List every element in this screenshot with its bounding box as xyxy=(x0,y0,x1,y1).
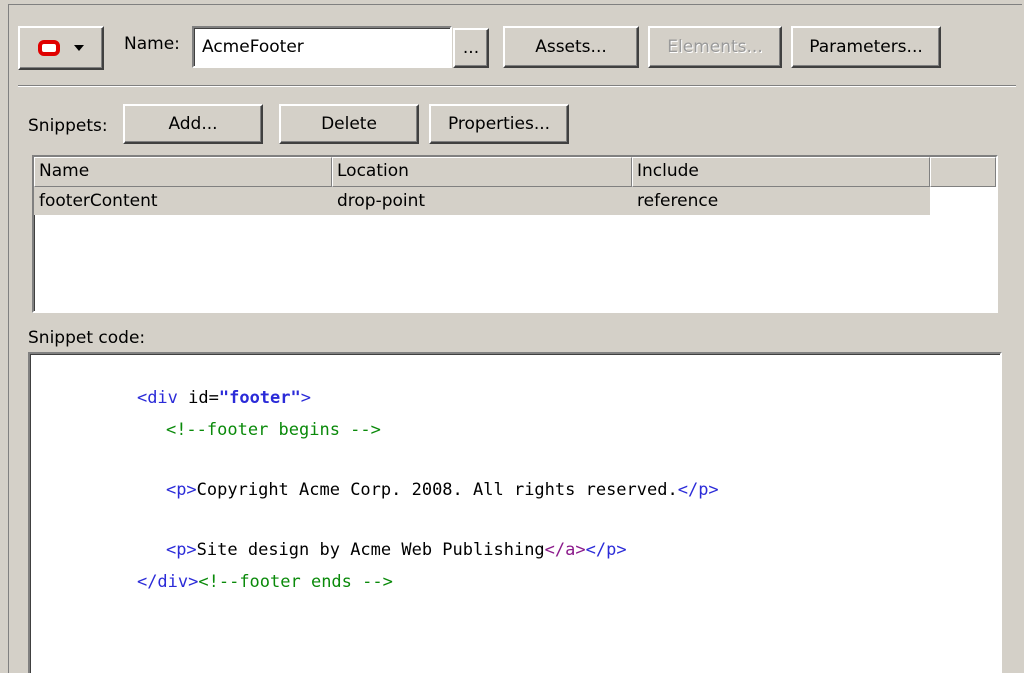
column-header-name[interactable]: Name xyxy=(34,157,332,187)
add-snippet-button[interactable]: Add... xyxy=(123,104,263,144)
column-header-location[interactable]: Location xyxy=(332,157,632,187)
name-field-value: AcmeFooter xyxy=(202,37,304,57)
oracle-logo-icon xyxy=(38,40,60,56)
snippets-label: Snippets: xyxy=(28,116,108,136)
name-field[interactable]: AcmeFooter xyxy=(192,26,452,68)
cell-name: footerContent xyxy=(39,191,158,211)
cell-location: drop-point xyxy=(337,191,426,211)
snippets-table[interactable]: Name Location Include footerContent drop… xyxy=(32,155,998,313)
table-row[interactable]: footerContent drop-point reference xyxy=(34,187,930,215)
code-line-2: <!--footer begins --> xyxy=(165,420,381,440)
type-menu-button[interactable] xyxy=(18,26,104,70)
column-header-include[interactable]: Include xyxy=(632,157,930,187)
code-line-3: <p>Copyright Acme Corp. 2008. All rights… xyxy=(165,480,719,500)
elements-button[interactable]: Elements... xyxy=(648,26,782,68)
browse-button[interactable]: ... xyxy=(453,28,489,68)
delete-snippet-button[interactable]: Delete xyxy=(279,104,419,144)
parameters-button[interactable]: Parameters... xyxy=(791,26,941,68)
code-line-5: </div><!--footer ends --> xyxy=(136,572,393,592)
snippet-properties-button[interactable]: Properties... xyxy=(429,104,569,144)
snippet-code-label: Snippet code: xyxy=(28,328,146,348)
assets-button[interactable]: Assets... xyxy=(503,26,639,68)
column-header-filler xyxy=(930,157,996,187)
cell-include: reference xyxy=(637,191,719,211)
snippet-code-editor[interactable]: <div id="footer"> <!--footer begins --> … xyxy=(28,352,1002,673)
name-label: Name: xyxy=(124,34,180,54)
chevron-down-icon xyxy=(74,45,84,51)
